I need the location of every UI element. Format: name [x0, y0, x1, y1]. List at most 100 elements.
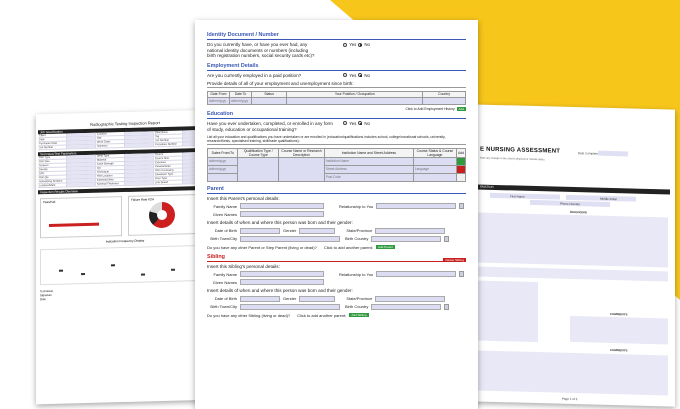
pass-fail-chart: Pass/Fail [40, 196, 122, 239]
parent-dob-input[interactable] [240, 227, 280, 234]
sibling-birth-town-label: Birth Town/City [210, 304, 237, 310]
sibling-gender-select[interactable] [299, 295, 336, 302]
sibling-dob-input[interactable] [240, 295, 280, 302]
job-spec-grid: Client Location Description Date Site Tag Purc… [38, 129, 212, 151]
employment-section-title: Employment Details [207, 63, 466, 71]
sibling-section-title: Sibling [207, 254, 444, 262]
parent-gender-select[interactable] [299, 227, 336, 234]
parent-birth-town-input[interactable] [240, 235, 340, 242]
vitals-row[interactable] [478, 266, 668, 282]
parent-relationship-dropdown-icon[interactable] [459, 203, 465, 210]
add-education-icon[interactable] [456, 156, 466, 166]
employment-instruction: Provide details of all of your employmen… [207, 81, 466, 88]
assessment-title: E NURSING ASSESSMENT [480, 146, 561, 155]
date-completed-field[interactable] [598, 150, 628, 157]
identity-yes-no: Yes No [343, 42, 370, 47]
sibling-relationship-dropdown-icon[interactable] [459, 271, 465, 278]
edu-date-from[interactable]: dd/mm/yyyy [206, 156, 239, 166]
education-no-radio[interactable] [358, 121, 363, 126]
identity-section-title: Identity Document / Number [207, 32, 466, 40]
employment-yes-radio[interactable] [343, 73, 348, 78]
add-sibling-button[interactable]: Add Sibling [349, 313, 369, 318]
diagnosis-area[interactable] [478, 212, 668, 268]
parent-relationship-select[interactable] [376, 203, 457, 210]
comments-area-2[interactable] [478, 350, 668, 396]
report-grid-label: Procedure Number [154, 142, 183, 147]
edu-spacer [456, 172, 466, 182]
first-name-label: First Name [510, 194, 525, 199]
report-grid-field[interactable] [125, 181, 154, 185]
sibling-given-names-label: Given Names [212, 279, 237, 285]
country-select[interactable] [422, 96, 466, 105]
remove-education-icon[interactable] [456, 164, 466, 174]
nursing-assessment-sheet: E NURSING ASSESSMENT Date Completed Note… [470, 104, 675, 407]
parent-family-name-input[interactable] [240, 203, 324, 210]
employment-no-radio[interactable] [358, 73, 363, 78]
col-institution: Institution Name and Street Address [323, 147, 414, 158]
street-address-input[interactable]: Street Address [323, 164, 414, 174]
col-add: Add [456, 147, 466, 158]
employment-question: Are you currently employed in a paid pos… [207, 72, 302, 78]
language-select[interactable] [412, 172, 458, 182]
education-yes-radio[interactable] [343, 121, 348, 126]
sibling-relationship-select[interactable] [376, 271, 457, 278]
city-state-postcode-input[interactable]: Post Code [323, 172, 414, 182]
sibling-family-name-label: Family Name [213, 271, 237, 277]
parent-section-title: Parent [207, 186, 466, 194]
sibling-birth-town-input[interactable] [240, 303, 340, 310]
parent-family-name-label: Family Name [213, 203, 237, 209]
sibling-birth-country-select[interactable] [371, 303, 442, 310]
report-footer: Technician Signature Date [40, 285, 210, 301]
add-parent-button[interactable]: Add Parent [375, 245, 395, 250]
indication-chart [40, 244, 210, 286]
parent-other-question: Do you have any other Parent or Step Par… [207, 244, 317, 250]
sibling-gender-label: Gender [283, 296, 297, 302]
sibling-insert-text: Insert this Sibling's personal details: [207, 263, 280, 269]
report-grid-field[interactable] [125, 143, 154, 147]
add-employment-label: Click to Add Employment History [405, 106, 455, 111]
col-dates: Dates From/To [206, 147, 239, 158]
parent-birth-town-label: Birth Town/City [210, 236, 237, 242]
parent-gender-label: Gender [283, 228, 297, 234]
add-employment-button[interactable]: Add [456, 106, 466, 111]
sibling-state-input[interactable] [375, 295, 446, 302]
status-select[interactable] [250, 96, 288, 105]
employment-yes-no: Yes No [343, 73, 370, 78]
education-instruction: List all your education and qualificatio… [207, 135, 466, 145]
fail-bar [49, 222, 99, 227]
course-name-input[interactable] [278, 156, 325, 182]
diagnosis-label: DIAGNOSIS [570, 209, 587, 215]
parent-given-names-input[interactable] [240, 211, 324, 218]
no-label: No [364, 42, 370, 47]
course-status-select[interactable] [412, 156, 458, 166]
language-label: Language [412, 164, 458, 174]
report-grid-label: Line Speed [154, 180, 183, 185]
position-input[interactable] [286, 96, 424, 105]
parent-state-input[interactable] [375, 227, 446, 234]
identity-yes-radio[interactable] [343, 42, 348, 47]
date-from-input[interactable]: dd/mm/yyyy [207, 96, 230, 105]
checklist-area[interactable] [478, 280, 538, 343]
sibling-header: Sibling Delete Sibling [207, 254, 466, 264]
report-grid-field[interactable] [67, 182, 96, 187]
edu-date-to[interactable]: dd/mm/yyyy [206, 164, 239, 174]
identity-no-radio[interactable] [358, 42, 363, 47]
report-grid-field[interactable] [67, 144, 96, 149]
delete-sibling-button[interactable]: Delete Sibling [443, 257, 466, 262]
report-grid-label: Inspector [96, 144, 125, 148]
edu-empty [206, 172, 239, 182]
parent-country-dropdown-icon[interactable] [444, 235, 450, 242]
sibling-given-names-input[interactable] [240, 279, 324, 286]
institution-name-input[interactable]: Institution Name [323, 156, 414, 166]
parent-given-names-label: Given Names [212, 211, 237, 217]
parent-birth-country-select[interactable] [371, 235, 442, 242]
sibling-country-dropdown-icon[interactable] [444, 303, 450, 310]
failure-donut [149, 201, 175, 229]
middle-initial-label: Middle Initial [600, 196, 617, 202]
sibling-family-name-input[interactable] [240, 271, 324, 278]
first-name-field[interactable] [490, 192, 560, 200]
sibling-born-instruction: Insert details of when and where this pe… [207, 288, 353, 294]
comments-area-1[interactable] [570, 315, 668, 345]
date-to-input[interactable]: dd/mm/yyyy [229, 96, 252, 105]
qualification-select[interactable] [237, 156, 280, 182]
